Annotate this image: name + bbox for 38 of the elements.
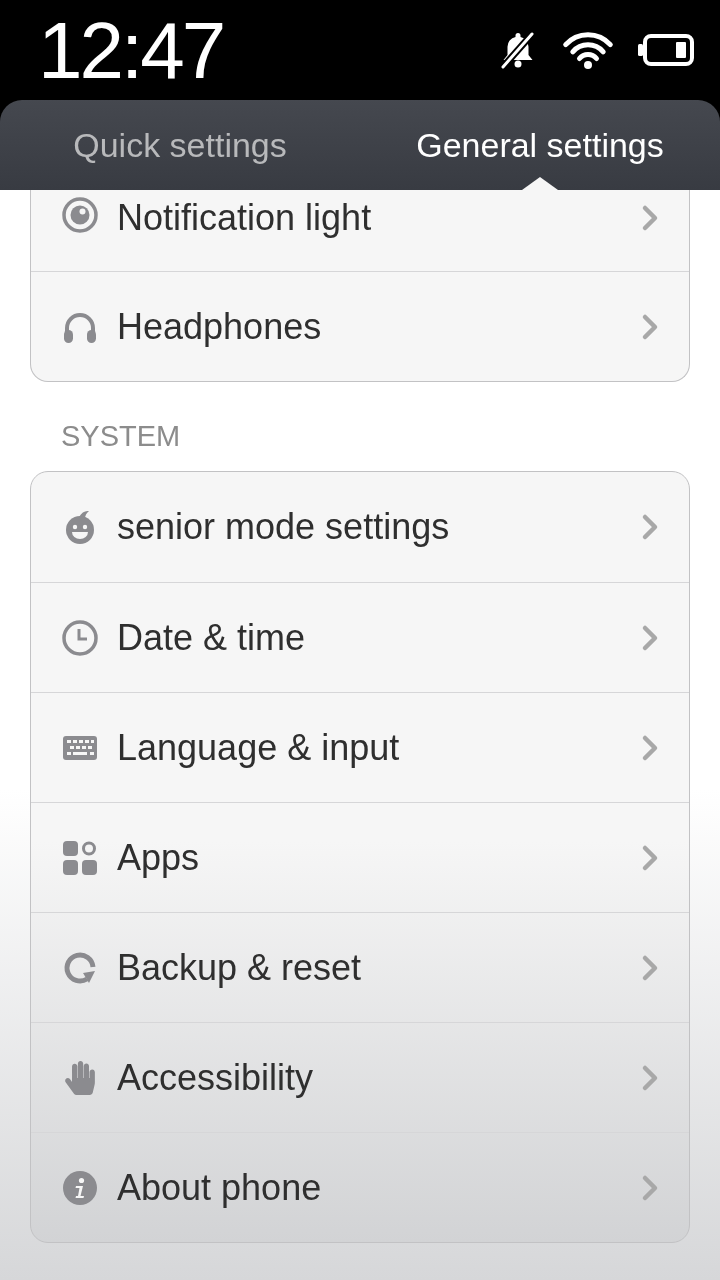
- battery-icon: [638, 34, 694, 66]
- settings-row[interactable]: About phone: [31, 1132, 689, 1242]
- settings-row[interactable]: Headphones: [31, 271, 689, 381]
- row-label: About phone: [117, 1166, 323, 1209]
- hand-icon: [62, 1059, 98, 1096]
- settings-row[interactable]: Notification light: [31, 190, 689, 271]
- info-icon: [62, 1169, 98, 1206]
- row-label: Date & time: [117, 616, 307, 659]
- chevron-right-icon: [641, 843, 659, 872]
- row-label: Apps: [117, 836, 201, 879]
- chevron-right-icon: [641, 953, 659, 982]
- settings-row[interactable]: Language & input: [31, 692, 689, 802]
- chevron-right-icon: [641, 204, 659, 232]
- tab[interactable]: General settings: [360, 100, 720, 190]
- section-header: SYSTEM: [61, 419, 182, 453]
- row-label: Backup & reset: [117, 946, 363, 989]
- chevron-right-icon: [641, 513, 659, 541]
- settings-row[interactable]: Backup & reset: [31, 912, 689, 1022]
- chevron-right-icon: [641, 733, 659, 762]
- chevron-right-icon: [641, 1063, 659, 1092]
- row-label: Language & input: [117, 726, 401, 769]
- chevron-right-icon: [641, 623, 659, 652]
- row-label: Accessibility: [117, 1056, 315, 1099]
- clock-icon: [62, 619, 98, 656]
- chevron-right-icon: [641, 1173, 659, 1202]
- settings-row[interactable]: Accessibility: [31, 1022, 689, 1132]
- row-label: senior mode settings: [117, 506, 451, 548]
- chevron-right-icon: [641, 312, 659, 341]
- settings-row[interactable]: senior mode settings: [31, 472, 689, 582]
- tab[interactable]: Quick settings: [0, 100, 360, 190]
- settings-row[interactable]: Date & time: [31, 582, 689, 692]
- settings-row[interactable]: Apps: [31, 802, 689, 912]
- wifi-icon: [560, 30, 616, 70]
- status-time: 12:47: [38, 9, 224, 91]
- row-label: Notification light: [117, 197, 373, 239]
- apps-grid-icon: [62, 839, 98, 876]
- row-label: Headphones: [117, 305, 323, 348]
- ring-dot-icon: [62, 197, 98, 233]
